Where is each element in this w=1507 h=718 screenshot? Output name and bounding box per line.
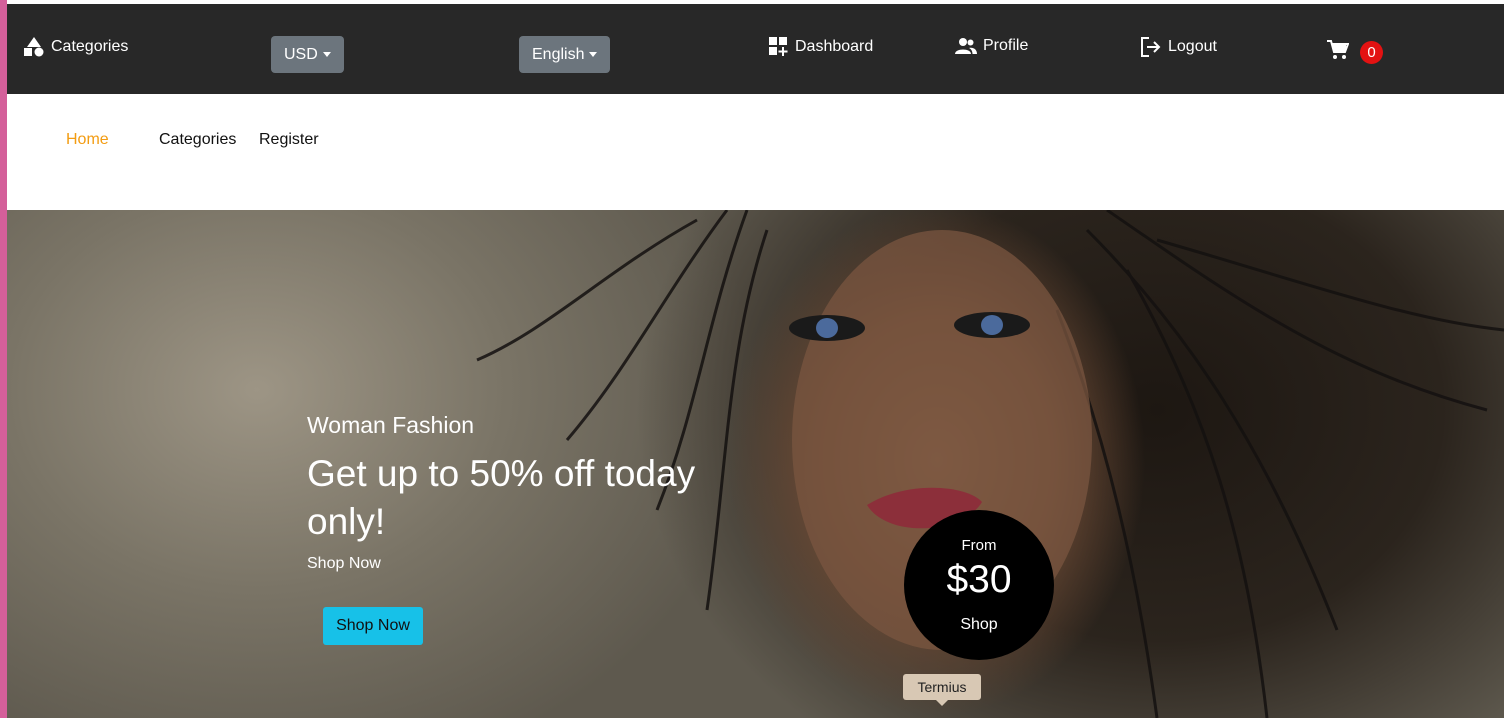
categories-label: Categories	[51, 38, 129, 55]
price-badge[interactable]: From $30 Shop	[904, 510, 1054, 660]
language-dropdown[interactable]: English	[519, 36, 611, 73]
currency-value: USD	[284, 45, 318, 63]
dashboard-label: Dashboard	[795, 38, 874, 55]
shapes-icon	[24, 37, 45, 57]
hero-background-image	[476, 210, 1504, 718]
cart-count-badge: 0	[1360, 41, 1383, 64]
caret-down-icon	[589, 52, 598, 57]
price-value: $30	[946, 558, 1012, 601]
price-from-label: From	[961, 537, 997, 554]
cart-icon	[1327, 40, 1349, 60]
logout-link[interactable]: Logout	[1141, 37, 1217, 57]
taskbar-tooltip: Termius	[903, 674, 981, 700]
categories-menu[interactable]: Categories	[24, 37, 128, 57]
nav-categories[interactable]: Categories	[159, 131, 236, 149]
currency-dropdown[interactable]: USD	[271, 36, 344, 73]
logout-icon	[1141, 37, 1162, 57]
secondary-nav: Home Categories Register	[7, 94, 1504, 210]
hero-shop-now-link[interactable]: Shop Now	[307, 555, 381, 573]
users-icon	[955, 37, 977, 55]
logout-label: Logout	[1168, 38, 1217, 55]
nav-home[interactable]: Home	[66, 131, 109, 149]
nav-register[interactable]: Register	[259, 131, 319, 149]
tooltip-arrow	[936, 700, 948, 706]
profile-link[interactable]: Profile	[955, 37, 1028, 55]
window-edge-strip	[0, 0, 7, 718]
dashboard-link[interactable]: Dashboard	[769, 37, 873, 57]
price-shop-label: Shop	[960, 616, 998, 633]
profile-label: Profile	[983, 37, 1029, 54]
hero-subtitle: Woman Fashion	[307, 412, 475, 438]
shop-now-button[interactable]: Shop Now	[323, 607, 423, 645]
hero-title: Get up to 50% off today only!	[307, 453, 696, 542]
caret-down-icon	[322, 52, 331, 57]
hero-banner: Woman Fashion Get up to 50% off today on…	[7, 210, 1504, 718]
cart-button[interactable]	[1327, 40, 1349, 60]
top-navbar: Categories USD English Dashboard Profile…	[7, 4, 1504, 94]
language-value: English	[532, 45, 585, 63]
dashboard-icon	[769, 37, 789, 57]
